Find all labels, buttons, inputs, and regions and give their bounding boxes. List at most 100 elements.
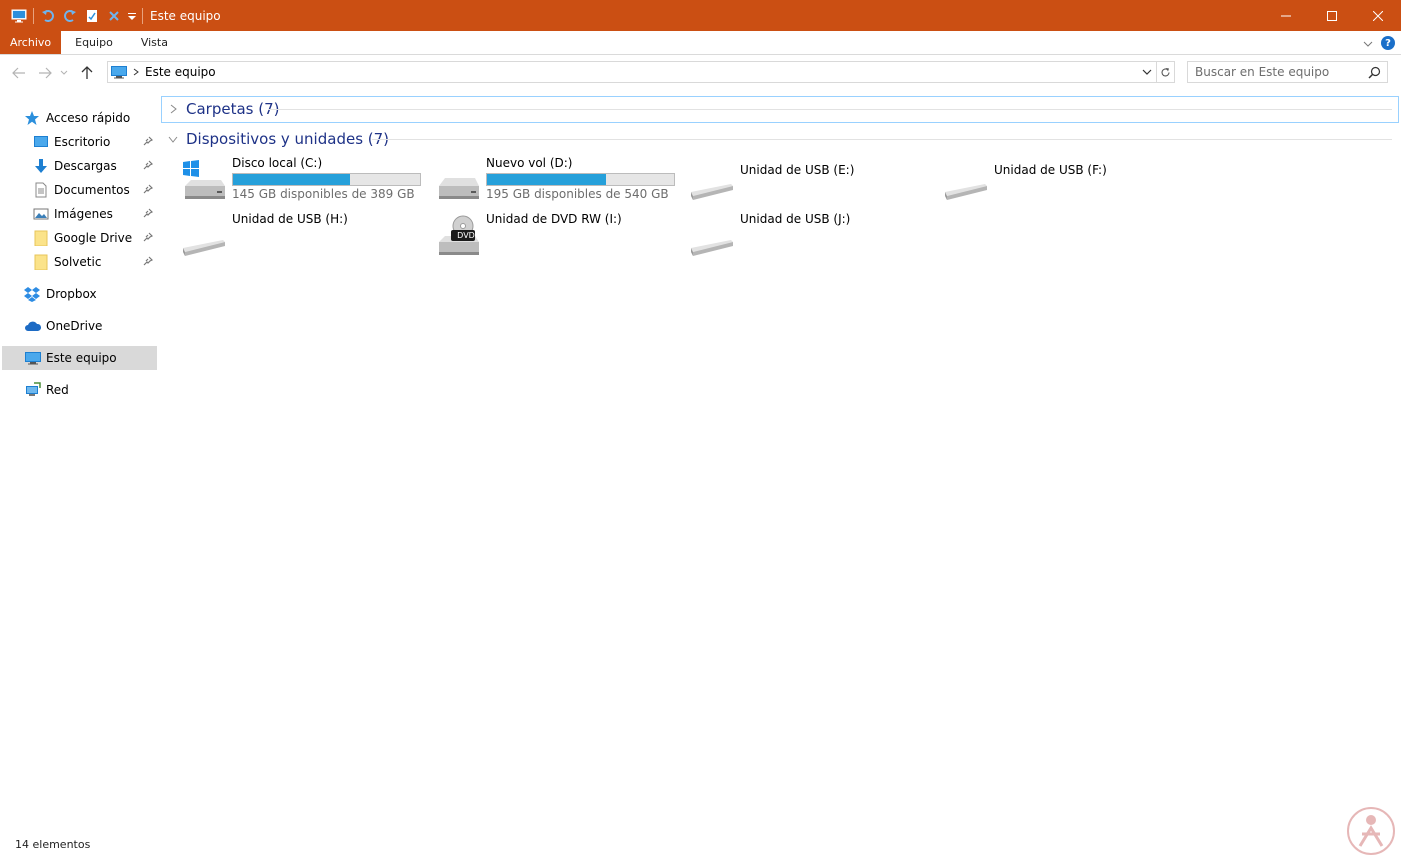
refresh-button[interactable]: [1157, 61, 1175, 83]
document-icon: [33, 182, 51, 198]
app-computer-icon[interactable]: [8, 0, 30, 31]
usb-drive-icon: [689, 214, 737, 262]
search-icon[interactable]: [1368, 66, 1381, 82]
drive-item-j[interactable]: Unidad de USB (J:): [689, 212, 939, 264]
star-icon: [24, 110, 42, 126]
search-input[interactable]: [1188, 65, 1358, 79]
window-controls: [1263, 0, 1401, 31]
title-bar: Este equipo: [0, 0, 1401, 31]
forward-button[interactable]: [34, 62, 56, 84]
sidebar-item-acceso-rapido[interactable]: Acceso rápido: [2, 106, 157, 130]
network-icon: [24, 382, 42, 398]
pin-icon[interactable]: [143, 231, 154, 245]
download-icon: [33, 158, 51, 174]
drive-usage-bar: [486, 173, 675, 186]
windows-drive-icon: [181, 158, 229, 206]
drive-item-e[interactable]: Unidad de USB (E:): [689, 156, 939, 208]
maximize-button[interactable]: [1309, 0, 1355, 31]
breadcrumb-este-equipo[interactable]: Este equipo: [145, 65, 216, 79]
quick-access-toolbar: [0, 0, 146, 31]
search-box[interactable]: [1187, 61, 1388, 83]
address-bar[interactable]: Este equipo: [107, 61, 1157, 83]
group-divider: [268, 109, 1392, 110]
chevron-down-icon[interactable]: [166, 136, 180, 143]
pin-icon[interactable]: [143, 183, 154, 197]
hard-drive-icon: [435, 158, 483, 206]
toolbar-separator: [33, 7, 34, 24]
sidebar-item-onedrive[interactable]: OneDrive: [2, 314, 157, 338]
tab-equipo[interactable]: Equipo: [61, 31, 127, 54]
sidebar-item-documentos[interactable]: Documentos: [2, 178, 157, 202]
address-history-chevron-icon[interactable]: [1142, 65, 1152, 82]
drive-usage-fill: [487, 174, 607, 185]
sidebar-item-label: Imágenes: [54, 207, 113, 221]
pin-icon[interactable]: [143, 135, 154, 149]
tab-archivo[interactable]: Archivo: [0, 31, 62, 54]
drive-item-c[interactable]: Disco local (C:) 145 GB disponibles de 3…: [181, 156, 431, 208]
group-title: Carpetas (7): [186, 100, 280, 118]
sidebar-item-google-drive[interactable]: Google Drive: [2, 226, 157, 250]
sidebar-item-label: Acceso rápido: [46, 111, 131, 125]
drive-name: Unidad de USB (E:): [740, 163, 855, 177]
customize-toolbar-dropdown-icon[interactable]: [125, 0, 139, 31]
sidebar-item-label: Este equipo: [46, 351, 117, 365]
usb-drive-icon: [943, 158, 991, 206]
drive-item-h[interactable]: Unidad de USB (H:): [181, 212, 431, 264]
properties-icon[interactable]: [81, 0, 103, 31]
sidebar-item-label: OneDrive: [46, 319, 103, 333]
drive-usage-bar: [232, 173, 421, 186]
pin-icon[interactable]: [143, 207, 154, 221]
sidebar-item-label: Solvetic: [54, 255, 102, 269]
drive-item-d[interactable]: Nuevo vol (D:) 195 GB disponibles de 540…: [435, 156, 685, 208]
usb-drive-icon: [689, 158, 737, 206]
ribbon-right-controls: ?: [1363, 31, 1395, 55]
sidebar-item-este-equipo[interactable]: Este equipo: [2, 346, 157, 370]
back-button[interactable]: [8, 62, 30, 84]
folder-icon: [33, 254, 51, 271]
sidebar-item-red[interactable]: Red: [2, 378, 157, 402]
drive-item-i[interactable]: DVD Unidad de DVD RW (I:): [435, 212, 685, 264]
sidebar-item-label: Documentos: [54, 183, 130, 197]
drive-usage-fill: [233, 174, 351, 185]
group-title: Dispositivos y unidades (7): [186, 130, 390, 148]
expand-ribbon-chevron-icon[interactable]: [1363, 36, 1373, 50]
drive-name: Unidad de DVD RW (I:): [486, 212, 622, 226]
navigation-pane: Acceso rápido Escritorio Descargas Docum…: [0, 92, 160, 832]
minimize-button[interactable]: [1263, 0, 1309, 31]
folder-icon: [33, 230, 51, 247]
usb-drive-icon: [181, 214, 229, 262]
sidebar-item-label: Google Drive: [54, 231, 133, 245]
up-button[interactable]: [76, 62, 98, 84]
drive-item-f[interactable]: Unidad de USB (F:): [943, 156, 1193, 208]
desktop-icon: [33, 134, 51, 150]
pin-icon[interactable]: [143, 159, 154, 173]
sidebar-item-escritorio[interactable]: Escritorio: [2, 130, 157, 154]
drive-name: Unidad de USB (H:): [232, 212, 348, 226]
sidebar-item-solvetic[interactable]: Solvetic: [2, 250, 157, 274]
sidebar-item-label: Escritorio: [54, 135, 111, 149]
dropbox-icon: [24, 286, 42, 302]
recent-locations-chevron-icon[interactable]: [58, 62, 70, 84]
pin-icon[interactable]: [143, 255, 154, 269]
group-divider: [372, 139, 1392, 140]
chevron-right-icon[interactable]: [166, 104, 180, 114]
computer-icon: [24, 350, 42, 366]
sidebar-item-dropbox[interactable]: Dropbox: [2, 282, 157, 306]
redo-icon[interactable]: [59, 0, 81, 31]
group-header-carpetas[interactable]: Carpetas (7): [160, 100, 280, 118]
help-icon[interactable]: ?: [1381, 36, 1395, 50]
drive-name: Nuevo vol (D:): [486, 156, 573, 170]
onedrive-cloud-icon: [24, 318, 42, 334]
sidebar-item-descargas[interactable]: Descargas: [2, 154, 157, 178]
sidebar-item-imagenes[interactable]: Imágenes: [2, 202, 157, 226]
computer-icon: [110, 65, 128, 79]
window-title: Este equipo: [150, 8, 221, 23]
delete-icon[interactable]: [103, 0, 125, 31]
tab-vista[interactable]: Vista: [127, 31, 182, 54]
group-header-dispositivos[interactable]: Dispositivos y unidades (7): [160, 130, 389, 148]
undo-icon[interactable]: [37, 0, 59, 31]
close-button[interactable]: [1355, 0, 1401, 31]
status-item-count: 14 elementos: [15, 838, 91, 851]
breadcrumb-separator-icon[interactable]: [133, 68, 139, 76]
solvetic-logo-watermark: [1346, 806, 1396, 856]
